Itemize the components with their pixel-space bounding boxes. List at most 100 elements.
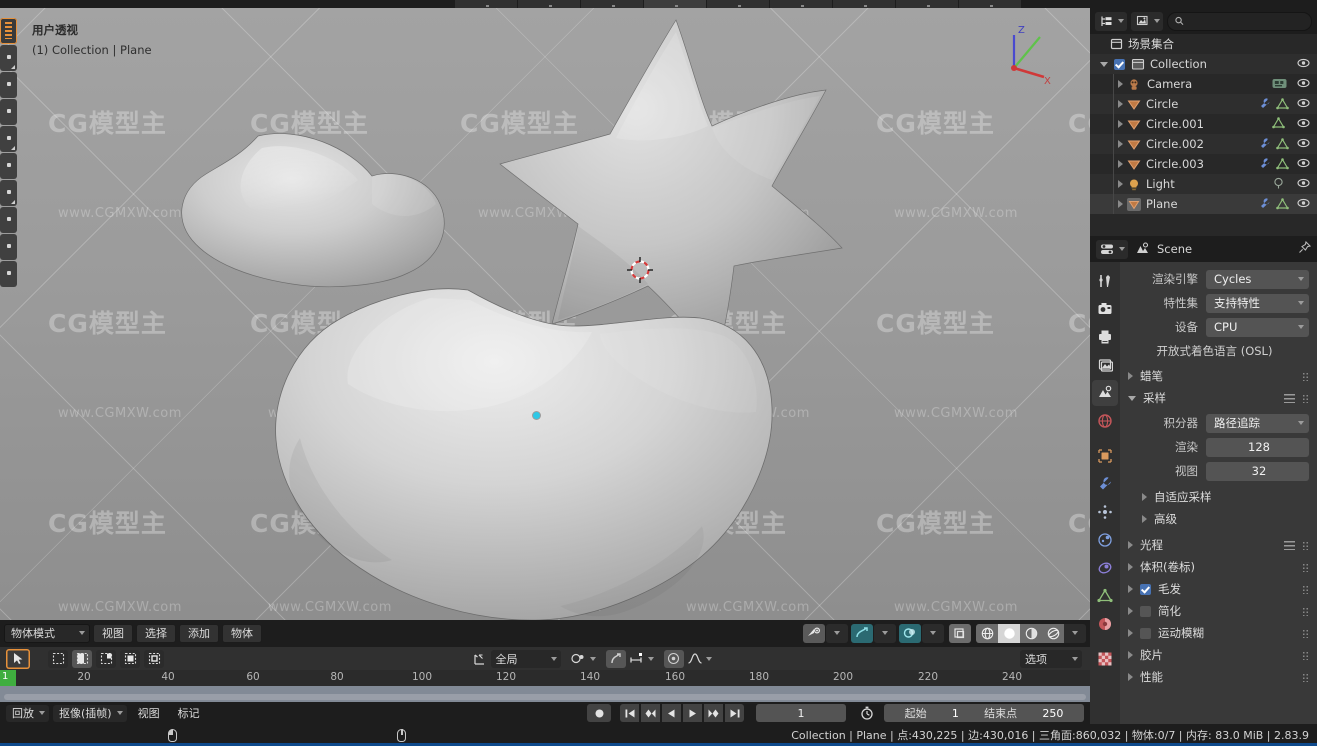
navigation-gizmo[interactable]: Z X [992, 20, 1062, 90]
modifier-wrench-icon[interactable] [1258, 97, 1271, 110]
viewport-gizmo-group[interactable] [851, 623, 896, 643]
expand-triangle-icon[interactable] [1118, 180, 1123, 188]
drag-dots-icon[interactable] [1302, 393, 1309, 403]
outliner-search-field[interactable] [1167, 11, 1312, 31]
timeline-editor[interactable]: 20 40 60 80 100 120 140 160 180 200 220 … [0, 670, 1090, 702]
tool-cursor[interactable] [0, 72, 17, 98]
outliner-data-icons[interactable] [1258, 157, 1289, 170]
camera-data-icon[interactable] [1272, 77, 1287, 90]
render-engine-dropdown[interactable]: Cycles [1206, 269, 1309, 289]
frame-range-field[interactable]: 起始 1 结束点 250 [884, 704, 1084, 722]
auto-keyframe-button[interactable] [587, 704, 611, 722]
gizmo-dropdown[interactable] [874, 623, 896, 643]
expand-triangle-icon[interactable] [1128, 563, 1133, 571]
tab-modifier[interactable] [1092, 471, 1118, 497]
outliner-tree[interactable]: 场景集合 Collection Camera Circle Circle.001… [1090, 34, 1317, 214]
falloff-dropdown-chevron[interactable] [705, 656, 712, 661]
properties-editor-type-dropdown[interactable] [1096, 239, 1128, 259]
visibility-icon[interactable] [803, 623, 825, 643]
expand-triangle-icon[interactable] [1128, 541, 1133, 549]
modifier-wrench-icon[interactable] [1258, 197, 1271, 210]
mesh-data-icon[interactable] [1276, 197, 1289, 210]
visibility-eye-icon[interactable] [1297, 78, 1310, 91]
render-samples-field[interactable]: 128 [1206, 437, 1309, 457]
visibility-eye-icon[interactable] [1297, 138, 1310, 151]
outliner-editor[interactable]: 场景集合 Collection Camera Circle Circle.001… [1090, 8, 1317, 236]
proportional-editing-group[interactable] [663, 649, 712, 668]
panel-motion-blur[interactable]: 运动模糊 [1120, 622, 1317, 644]
tool-add-cube[interactable] [0, 261, 17, 287]
expand-triangle-icon[interactable] [1118, 200, 1123, 208]
viewport-visibility-group[interactable] [803, 623, 848, 643]
select-intersect-icon[interactable] [144, 649, 164, 668]
drag-dots-icon[interactable] [1302, 562, 1309, 572]
expand-triangle-icon[interactable] [1100, 61, 1108, 67]
workspace-tab[interactable] [896, 0, 959, 8]
drag-dots-icon[interactable] [1302, 540, 1309, 550]
playback-controls[interactable] [620, 704, 744, 722]
mode-dropdown[interactable]: 物体模式 [4, 623, 90, 643]
workspace-tab[interactable] [518, 0, 581, 8]
outliner-row-collection[interactable]: Collection [1090, 54, 1317, 74]
collection-checkbox[interactable] [1114, 58, 1125, 70]
workspace-tab[interactable] [455, 0, 518, 8]
select-extend-icon[interactable] [72, 649, 92, 668]
expand-triangle-icon[interactable] [1118, 160, 1123, 168]
simplify-checkbox[interactable] [1140, 605, 1151, 617]
visibility-eye-icon[interactable] [1297, 58, 1310, 71]
shading-dropdown[interactable] [1064, 623, 1086, 643]
panel-volumes[interactable]: 体积(卷标) [1120, 556, 1317, 578]
tab-world[interactable] [1092, 408, 1118, 434]
tab-render[interactable] [1092, 296, 1118, 322]
transform-orientation-group[interactable]: 全局 [473, 649, 561, 668]
panel-simplify[interactable]: 简化 [1120, 600, 1317, 622]
panel-hair[interactable]: 毛发 [1120, 578, 1317, 600]
expand-triangle-icon[interactable] [1118, 140, 1123, 148]
expand-triangle-icon[interactable] [1128, 629, 1133, 637]
properties-tab-column[interactable] [1090, 262, 1120, 724]
shading-material-icon[interactable] [1020, 623, 1042, 643]
mesh-data-icon[interactable] [1272, 117, 1285, 129]
timeline-scrollbar[interactable] [4, 694, 1086, 700]
current-frame-field[interactable]: 1 [756, 704, 846, 722]
viewport-toolbar[interactable] [0, 16, 18, 316]
outliner-row-scene-collection[interactable]: 场景集合 [1090, 34, 1317, 54]
panel-advanced[interactable]: 高级 [1120, 508, 1317, 530]
panel-light-paths[interactable]: 光程 [1120, 534, 1317, 556]
outliner-row-circle-003[interactable]: Circle.003 [1090, 154, 1317, 174]
workspace-tab[interactable] [581, 0, 644, 8]
expand-triangle-icon[interactable] [1128, 395, 1136, 401]
outliner-filter-dropdown[interactable] [1131, 11, 1163, 31]
timeline-menu-view[interactable]: 视图 [131, 705, 167, 722]
tool-measure[interactable] [0, 234, 17, 260]
falloff-curve-icon[interactable] [687, 652, 703, 665]
drag-dots-icon[interactable] [1302, 628, 1309, 638]
tab-output[interactable] [1092, 324, 1118, 350]
tab-object[interactable] [1092, 443, 1118, 469]
tab-scene[interactable] [1092, 380, 1118, 406]
drag-dots-icon[interactable] [1302, 650, 1309, 660]
tool-scale[interactable] [0, 153, 17, 179]
workspace-tab[interactable] [770, 0, 833, 8]
expand-triangle-icon[interactable] [1118, 100, 1123, 108]
hair-checkbox[interactable] [1140, 583, 1151, 595]
tab-tool[interactable] [1092, 268, 1118, 294]
tool-move[interactable] [0, 99, 17, 125]
menu-select[interactable]: 选择 [136, 623, 176, 643]
panel-sampling[interactable]: 采样 [1120, 387, 1317, 409]
outliner-row-light[interactable]: Light [1090, 174, 1317, 194]
visibility-dropdown[interactable] [826, 623, 848, 643]
timeline-playhead[interactable]: 1 [0, 670, 16, 686]
tool-transform[interactable] [0, 180, 17, 206]
preset-list-icon[interactable] [1284, 540, 1295, 550]
keying-set-dropdown[interactable]: 抠像(插帧) [53, 704, 127, 722]
outliner-data-icons[interactable] [1272, 177, 1285, 190]
feature-set-dropdown[interactable]: 支持特性 [1206, 293, 1309, 313]
tab-physics[interactable] [1092, 527, 1118, 553]
tab-material[interactable] [1092, 611, 1118, 637]
proportional-editing-icon[interactable] [663, 649, 684, 668]
play-reverse-button[interactable] [662, 704, 681, 722]
panel-film[interactable]: 胶片 [1120, 644, 1317, 666]
integrator-dropdown[interactable]: 路径追踪 [1206, 413, 1309, 433]
outliner-data-icons[interactable] [1258, 97, 1289, 110]
